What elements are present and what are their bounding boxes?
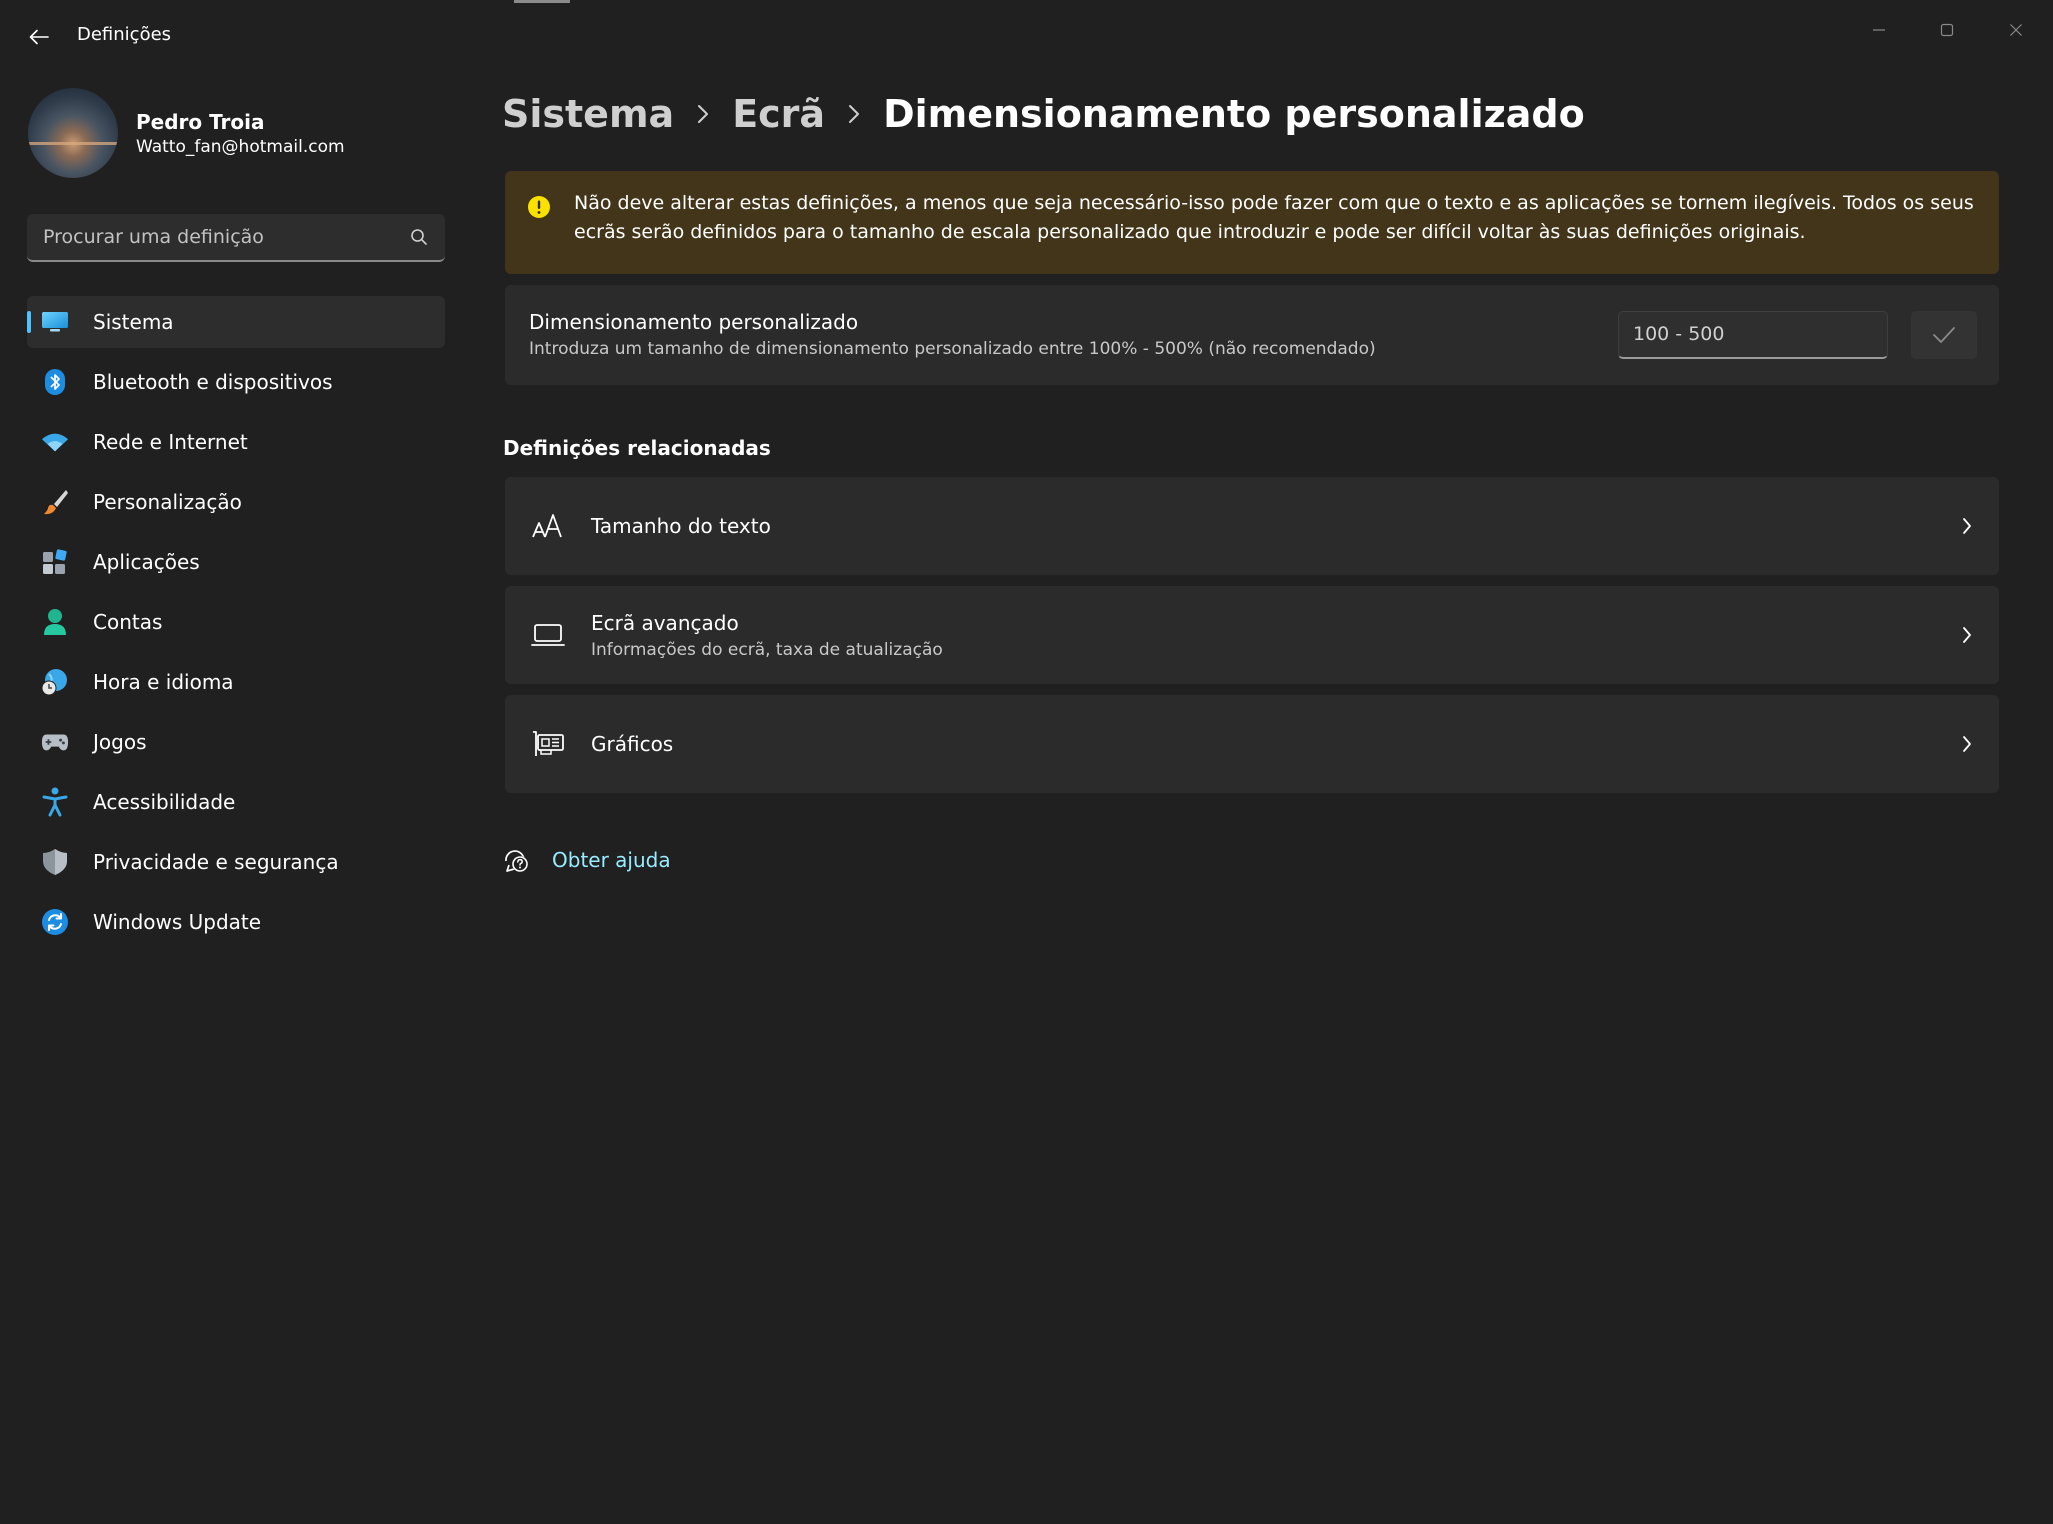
sidebar-item-privacidade[interactable]: Privacidade e segurança [27, 836, 445, 888]
breadcrumb-item-ecra[interactable]: Ecrã [732, 92, 825, 136]
sidebar-item-acessibilidade[interactable]: Acessibilidade [27, 776, 445, 828]
minimize-button[interactable] [1856, 14, 1902, 46]
text-size-icon [531, 511, 565, 541]
search-input[interactable] [27, 214, 405, 260]
scale-input-box[interactable] [1618, 311, 1888, 359]
update-icon [41, 908, 69, 936]
sidebar-item-personalizacao[interactable]: Personalização [27, 476, 445, 528]
checkmark-icon [1933, 327, 1955, 343]
maximize-icon [1940, 23, 1954, 37]
related-item-title: Tamanho do texto [591, 514, 771, 538]
custom-scaling-card: Dimensionamento personalizado Introduza … [505, 285, 1999, 385]
sidebar-item-label: Aplicações [93, 550, 200, 574]
related-item-title: Ecrã avançado [591, 611, 739, 635]
custom-scaling-title: Dimensionamento personalizado [529, 310, 859, 334]
chevron-right-icon [696, 103, 710, 125]
custom-scaling-description: Introduza um tamanho de dimensionamento … [529, 339, 1376, 359]
warning-icon [527, 195, 551, 219]
arrow-left-icon [29, 29, 49, 45]
search-box[interactable] [27, 214, 445, 262]
user-email: Watto_fan@hotmail.com [136, 137, 345, 157]
sidebar-nav: Sistema Bluetooth e dispositivos Rede e … [27, 296, 445, 956]
sidebar-item-label: Personalização [93, 490, 242, 514]
sidebar-item-contas[interactable]: Contas [27, 596, 445, 648]
related-item-text-size[interactable]: Tamanho do texto [505, 477, 1999, 575]
chevron-right-icon [1959, 624, 1975, 646]
page-title: Dimensionamento personalizado [883, 92, 1585, 136]
sidebar-item-label: Sistema [93, 310, 174, 334]
user-name: Pedro Troia [136, 110, 265, 134]
breadcrumb-item-sistema[interactable]: Sistema [502, 92, 674, 136]
chevron-right-icon [847, 103, 861, 125]
globe-clock-icon [41, 668, 69, 696]
sidebar-item-label: Privacidade e segurança [93, 850, 339, 874]
sidebar-item-label: Acessibilidade [93, 790, 236, 814]
breadcrumb: Sistema Ecrã Dimensionamento personaliza… [502, 86, 1585, 142]
chevron-right-icon [1959, 733, 1975, 755]
related-settings-title: Definições relacionadas [503, 436, 771, 460]
sidebar-item-bluetooth[interactable]: Bluetooth e dispositivos [27, 356, 445, 408]
back-button[interactable] [22, 22, 56, 52]
laptop-icon [531, 620, 565, 650]
sidebar-item-label: Jogos [93, 730, 147, 754]
sidebar-item-label: Windows Update [93, 910, 262, 934]
sidebar-item-sistema[interactable]: Sistema [27, 296, 445, 348]
accessibility-icon [41, 787, 69, 817]
confirm-button[interactable] [1911, 311, 1977, 359]
sidebar-item-jogos[interactable]: Jogos [27, 716, 445, 768]
related-item-advanced-display[interactable]: Ecrã avançado Informações do ecrã, taxa … [505, 586, 1999, 684]
warning-banner: Não deve alterar estas definições, a men… [505, 171, 1999, 274]
search-icon[interactable] [409, 227, 429, 247]
sidebar-item-windows-update[interactable]: Windows Update [27, 896, 445, 948]
sidebar-item-label: Hora e idioma [93, 670, 234, 694]
related-item-subtitle: Informações do ecrã, taxa de atualização [591, 640, 943, 660]
person-icon [41, 608, 69, 636]
maximize-button[interactable] [1924, 14, 1970, 46]
app-title: Definições [77, 24, 172, 45]
sidebar-item-label: Contas [93, 610, 163, 634]
shield-icon [41, 848, 69, 876]
sidebar-item-rede[interactable]: Rede e Internet [27, 416, 445, 468]
sidebar-item-label: Rede e Internet [93, 430, 248, 454]
monitor-icon [41, 308, 69, 336]
scale-input[interactable] [1619, 312, 1875, 356]
gamepad-icon [41, 728, 69, 756]
apps-icon [41, 548, 69, 576]
minimize-icon [1873, 29, 1885, 31]
chevron-right-icon [1959, 515, 1975, 537]
related-item-graphics[interactable]: Gráficos [505, 695, 1999, 793]
title-bar: Definições [0, 0, 2053, 74]
related-item-title: Gráficos [591, 732, 674, 756]
settings-window: Definições Pedro Troia Watto_fan@hotmail… [0, 0, 2053, 1524]
sidebar-item-hora[interactable]: Hora e idioma [27, 656, 445, 708]
warning-text: Não deve alterar estas definições, a men… [574, 192, 1974, 243]
sidebar-item-label: Bluetooth e dispositivos [93, 370, 333, 394]
bluetooth-icon [41, 368, 69, 396]
wifi-icon [41, 428, 69, 456]
graphics-card-icon [531, 729, 565, 759]
brush-icon [41, 488, 69, 516]
close-button[interactable] [1993, 14, 2039, 46]
help-icon[interactable] [502, 846, 530, 874]
close-icon [2010, 24, 2022, 36]
sidebar-item-aplicacoes[interactable]: Aplicações [27, 536, 445, 588]
get-help-link[interactable]: Obter ajuda [552, 848, 671, 872]
avatar[interactable] [28, 88, 118, 178]
